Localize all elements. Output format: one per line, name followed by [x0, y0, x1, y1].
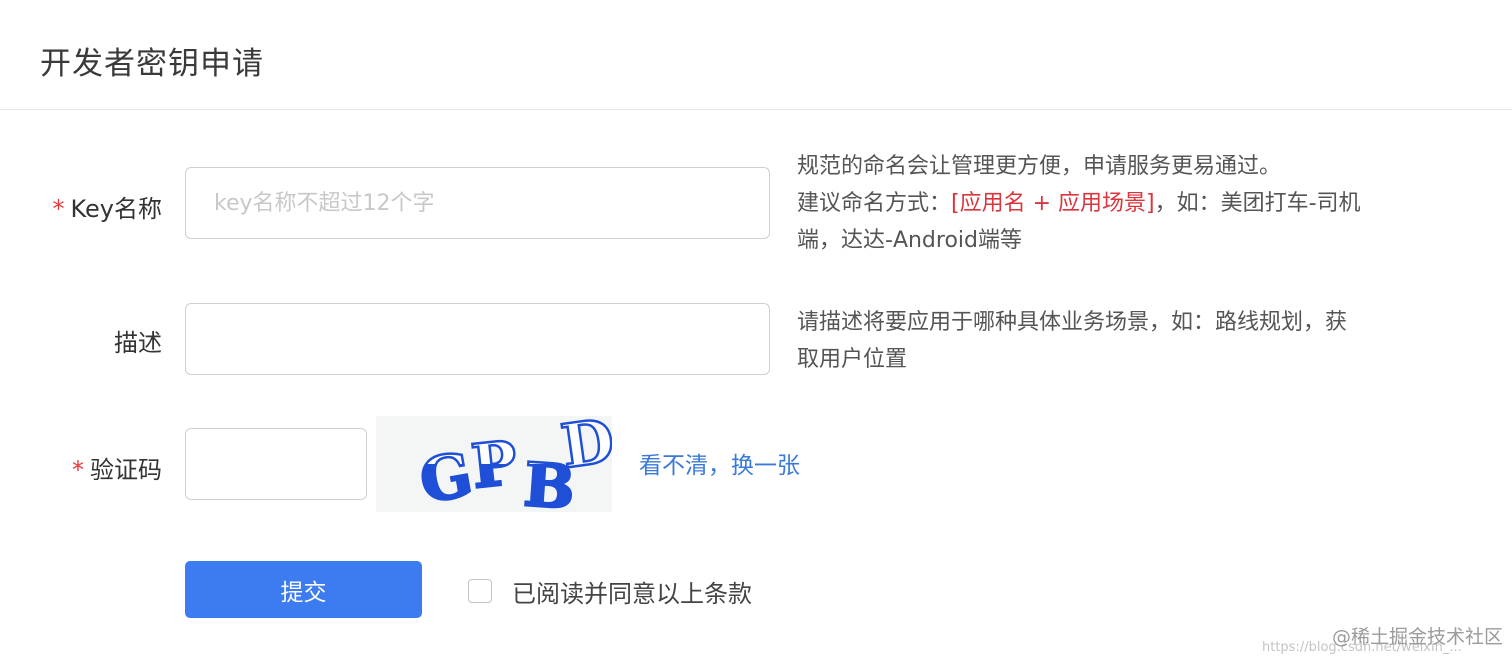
page-title: 开发者密钥申请 — [40, 46, 264, 82]
captcha-label-text: 验证码 — [90, 456, 162, 484]
required-mark: * — [52, 195, 65, 223]
captcha-input[interactable] — [185, 428, 367, 500]
key-name-hint: 规范的命名会让管理更方便，申请服务更易通过。 建议命名方式：[应用名 + 应用场… — [797, 148, 1361, 259]
agreement-checkbox[interactable] — [468, 579, 492, 603]
description-input[interactable] — [185, 303, 770, 375]
page-header: 开发者密钥申请 — [0, 0, 1512, 110]
hint-suffix: ，如：美团打车-司机 — [1154, 191, 1361, 216]
submit-button[interactable]: 提交 — [185, 561, 422, 618]
description-hint: 请描述将要应用于哪种具体业务场景，如：路线规划，获 取用户位置 — [797, 304, 1347, 378]
watermark: @稀土掘金技术社区 — [1332, 626, 1504, 648]
captcha-graphic: G P B D G P B — [414, 405, 620, 525]
key-name-hint-line2: 建议命名方式：[应用名 + 应用场景]，如：美团打车-司机 — [797, 185, 1361, 222]
agreement-label[interactable]: 已阅读并同意以上条款 — [512, 574, 752, 609]
key-name-hint-line1: 规范的命名会让管理更方便，申请服务更易通过。 — [797, 154, 1282, 179]
description-hint-line1: 请描述将要应用于哪种具体业务场景，如：路线规划，获 — [797, 310, 1348, 335]
key-name-label-text: Key名称 — [70, 195, 162, 223]
key-name-hint-line3: 端，达达-Android端等 — [797, 228, 1022, 253]
key-name-label: * Key名称 — [0, 189, 162, 224]
naming-pattern: [应用名 + 应用场景] — [951, 191, 1155, 216]
required-mark: * — [72, 456, 84, 484]
refresh-captcha-link[interactable]: 看不清，换一张 — [639, 446, 800, 480]
description-hint-line2: 取用户位置 — [797, 347, 908, 372]
hint-prefix: 建议命名方式： — [797, 191, 952, 216]
captcha-label: * 验证码 — [0, 450, 162, 485]
description-label: 描述 — [114, 329, 162, 357]
key-name-input[interactable] — [185, 167, 770, 239]
captcha-image[interactable]: G P B D G P B — [376, 405, 620, 525]
